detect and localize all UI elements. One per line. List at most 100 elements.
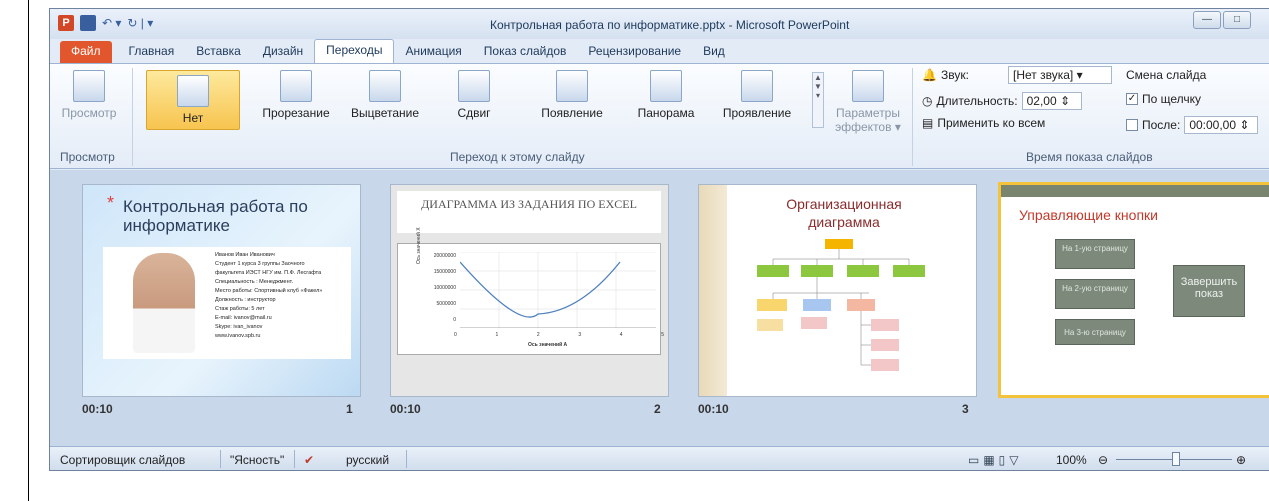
save-icon[interactable] — [80, 15, 96, 31]
transition-wipe-button[interactable]: Появление — [530, 70, 614, 120]
powerpoint-window: P ↶ ▾ ↻ | ▾ Контрольная работа по информ… — [49, 8, 1269, 471]
redo-icon[interactable]: ↻ | ▾ — [127, 16, 153, 30]
after-label: После: — [1142, 118, 1181, 132]
bio-text: Иванов Иван Иванович Студент 1 курса 3 г… — [215, 251, 322, 341]
ribbon-tabs: Файл Главная Вставка Дизайн Переходы Ани… — [50, 39, 1269, 63]
tab-design[interactable]: Дизайн — [252, 41, 314, 63]
asterisk-icon: * — [107, 193, 115, 213]
status-divider — [406, 450, 407, 468]
transition-label: Прорезание — [262, 106, 330, 120]
transition-none-button[interactable]: Нет — [146, 70, 240, 130]
zoom-out-icon[interactable]: ⊖ — [1098, 453, 1108, 467]
zoom-in-icon[interactable]: ⊕ — [1236, 453, 1246, 467]
slide-header-band — [1001, 185, 1269, 197]
y-tick: 10000000 — [433, 285, 456, 291]
slide-thumbnail-3[interactable]: Организационная диаграмма — [698, 184, 977, 397]
tab-review[interactable]: Рецензирование — [577, 41, 692, 63]
preview-icon — [73, 70, 105, 102]
slide-title: Организационная диаграмма — [786, 196, 902, 230]
nav-button-2[interactable]: На 2-ую страницу — [1055, 279, 1135, 309]
transition-label: Нет — [182, 111, 204, 125]
on-click-checkbox[interactable]: ✓ По щелчку — [1126, 92, 1201, 106]
transition-label: Проявление — [722, 106, 792, 120]
transition-label: Панорама — [637, 106, 695, 120]
transition-reveal-button[interactable]: Проявление — [714, 70, 800, 120]
effects-label-2: эффектов ▾ — [835, 120, 901, 134]
effect-options-button[interactable]: Параметры эффектов ▾ — [828, 70, 908, 134]
after-value: 00:00,00 — [1189, 118, 1237, 132]
bio-line: E-mail: ivanov@mail.ru — [215, 315, 272, 321]
tab-transitions[interactable]: Переходы — [314, 39, 395, 63]
view-buttons-icon[interactable]: ▭▦▯▽ — [968, 453, 1023, 467]
duration-label: Длительность: — [936, 94, 1018, 108]
language-label[interactable]: русский — [346, 453, 389, 467]
x-tick: 2 — [536, 332, 540, 338]
finish-show-button[interactable]: Завершить показ — [1173, 265, 1245, 317]
slide-card: Иванов Иван Иванович Студент 1 курса 3 г… — [103, 247, 351, 359]
transition-pan-icon — [650, 70, 682, 102]
x-axis-title: Ось значений А — [528, 342, 568, 348]
tab-view[interactable]: Вид — [692, 41, 736, 63]
sound-select[interactable]: [Нет звука] ▾ — [1008, 66, 1112, 84]
bio-line: Специальность : Менеджмент. — [215, 279, 294, 285]
transition-label: Сдвиг — [457, 106, 491, 120]
transition-push-button[interactable]: Сдвиг — [444, 70, 504, 120]
powerpoint-logo-icon[interactable]: P — [58, 15, 74, 31]
on-click-label: По щелчку — [1142, 92, 1202, 106]
status-bar: Сортировщик слайдов "Ясность" ✔ русский … — [50, 446, 1269, 470]
bio-line: Должность : инструктор — [215, 297, 276, 303]
slide-thumbnail-1[interactable]: * Контрольная работа по информатике Иван… — [82, 184, 361, 397]
tab-file[interactable]: Файл — [60, 41, 112, 63]
sound-label: Звук: — [940, 68, 969, 82]
transition-fade-button[interactable]: Выцветание — [340, 70, 430, 120]
tab-animations[interactable]: Анимация — [394, 41, 472, 63]
nav-button-1[interactable]: На 1-ую страницу — [1055, 239, 1135, 269]
spellcheck-icon[interactable]: ✔ — [304, 453, 314, 467]
slide-thumbnail-4[interactable]: Управляющие кнопки На 1-ую страницу На 2… — [998, 182, 1269, 398]
bio-line: Место работы: Спортивный клуб «Факел» — [215, 288, 323, 294]
duration-input[interactable]: 02,00 ⇕ — [1021, 92, 1082, 110]
page-border — [28, 0, 29, 501]
x-tick: 5 — [661, 332, 664, 338]
sound-value: [Нет звука] — [1013, 68, 1074, 82]
x-tick: 0 — [454, 332, 457, 338]
slide-title: Контрольная работа по информатике — [123, 197, 308, 235]
tab-insert[interactable]: Вставка — [185, 41, 252, 63]
zoom-level[interactable]: 100% — [1056, 453, 1087, 467]
checked-icon: ✓ — [1126, 93, 1138, 105]
gallery-scroll[interactable]: ▲ ▼ ▾ — [812, 72, 824, 128]
window-title: Контрольная работа по информатике.pptx -… — [490, 18, 850, 32]
undo-icon[interactable]: ↶ ▾ — [102, 16, 121, 30]
apply-all-button[interactable]: ▤ Применить ко всем — [922, 116, 1045, 130]
transition-label: Выцветание — [350, 106, 420, 120]
theme-label[interactable]: "Ясность" — [230, 453, 284, 467]
advance-label: Смена слайда — [1126, 68, 1207, 82]
minimize-icon[interactable]: — — [1193, 11, 1221, 29]
tab-slideshow[interactable]: Показ слайдов — [473, 41, 578, 63]
unchecked-icon — [1126, 119, 1138, 131]
slide-number: 2 — [654, 402, 661, 416]
transition-group-label: Переход к этому слайду — [450, 150, 585, 164]
transition-cut-button[interactable]: Прорезание — [254, 70, 338, 120]
zoom-slider-thumb[interactable] — [1172, 452, 1180, 466]
bio-line: Студент 1 курса 3 группы Заочного — [215, 261, 305, 267]
timing-group-label: Время показа слайдов — [1026, 150, 1153, 164]
bio-line: Стаж работы: 5 лет — [215, 306, 265, 312]
group-divider — [912, 68, 913, 166]
slide-number: 1 — [346, 402, 353, 416]
chart-area: Ось значений Х 20000000 15000000 1000000… — [397, 227, 664, 355]
transition-pan-button[interactable]: Панорама — [628, 70, 704, 120]
org-chart — [757, 239, 925, 371]
slide-thumbnail-2[interactable]: ДИАГРАММА ИЗ ЗАДАНИЯ ПО EXCEL Ось значен… — [390, 184, 669, 397]
preview-button[interactable]: Просмотр — [56, 70, 122, 120]
tab-home[interactable]: Главная — [118, 41, 186, 63]
maximize-icon[interactable]: □ — [1223, 11, 1251, 29]
nav-button-3[interactable]: На 3-ю страницу — [1055, 319, 1135, 345]
y-tick: 20000000 — [433, 253, 456, 259]
transition-wipe-icon — [556, 70, 588, 102]
transition-push-icon — [458, 70, 490, 102]
after-input[interactable]: 00:00,00 ⇕ — [1184, 116, 1259, 134]
slide-number: 3 — [962, 402, 969, 416]
y-tick: 5000000 — [436, 301, 456, 307]
after-checkbox[interactable]: После: 00:00,00 ⇕ — [1126, 116, 1259, 134]
